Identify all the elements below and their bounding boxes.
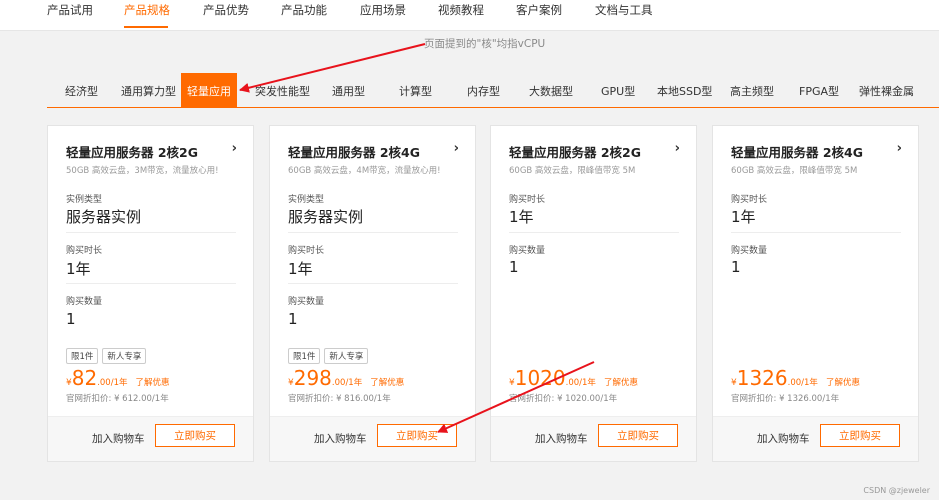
arrow-to-lightweight-tab (239, 43, 426, 93)
watermark: CSDN @zjeweler (863, 486, 930, 495)
arrow-to-buy-button (437, 361, 595, 433)
annotation-arrows (239, 43, 595, 433)
